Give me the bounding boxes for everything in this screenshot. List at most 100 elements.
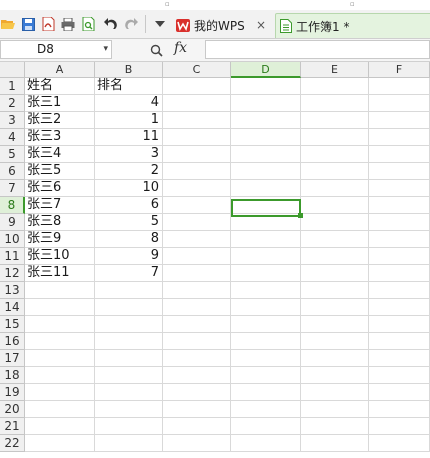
cell-c19[interactable] bbox=[163, 384, 231, 401]
row-header-11[interactable]: 11 bbox=[0, 248, 25, 265]
cell-e18[interactable] bbox=[301, 367, 369, 384]
cell-c3[interactable] bbox=[163, 112, 231, 129]
cell-c21[interactable] bbox=[163, 418, 231, 435]
cell-a9[interactable]: 张三8 bbox=[25, 214, 95, 231]
cell-d15[interactable] bbox=[231, 316, 301, 333]
cell-b2[interactable]: 4 bbox=[95, 95, 163, 112]
cell-a1[interactable]: 姓名 bbox=[25, 78, 95, 95]
name-box-dropdown-icon[interactable]: ▾ bbox=[103, 41, 108, 58]
cell-a8[interactable]: 张三7 bbox=[25, 197, 95, 214]
cell-f21[interactable] bbox=[369, 418, 430, 435]
cell-a7[interactable]: 张三6 bbox=[25, 180, 95, 197]
row-header-5[interactable]: 5 bbox=[0, 146, 25, 163]
print-icon[interactable] bbox=[60, 16, 76, 32]
select-all-corner[interactable] bbox=[0, 62, 25, 78]
column-header-c[interactable]: C bbox=[163, 62, 231, 78]
cell-b8[interactable]: 6 bbox=[95, 197, 163, 214]
cell-d21[interactable] bbox=[231, 418, 301, 435]
cell-c1[interactable] bbox=[163, 78, 231, 95]
cell-e12[interactable] bbox=[301, 265, 369, 282]
cell-d10[interactable] bbox=[231, 231, 301, 248]
cell-e14[interactable] bbox=[301, 299, 369, 316]
cell-c18[interactable] bbox=[163, 367, 231, 384]
cell-f19[interactable] bbox=[369, 384, 430, 401]
cell-d14[interactable] bbox=[231, 299, 301, 316]
cell-e8[interactable] bbox=[301, 197, 369, 214]
cell-a3[interactable]: 张三2 bbox=[25, 112, 95, 129]
cell-b12[interactable]: 7 bbox=[95, 265, 163, 282]
cell-b10[interactable]: 8 bbox=[95, 231, 163, 248]
column-header-d[interactable]: D bbox=[231, 62, 301, 78]
cell-c2[interactable] bbox=[163, 95, 231, 112]
cell-e21[interactable] bbox=[301, 418, 369, 435]
cell-e17[interactable] bbox=[301, 350, 369, 367]
row-header-16[interactable]: 16 bbox=[0, 333, 25, 350]
cell-b18[interactable] bbox=[95, 367, 163, 384]
cell-a17[interactable] bbox=[25, 350, 95, 367]
cell-f16[interactable] bbox=[369, 333, 430, 350]
cell-e9[interactable] bbox=[301, 214, 369, 231]
cell-f6[interactable] bbox=[369, 163, 430, 180]
cell-f17[interactable] bbox=[369, 350, 430, 367]
cell-d18[interactable] bbox=[231, 367, 301, 384]
cell-c7[interactable] bbox=[163, 180, 231, 197]
cell-c20[interactable] bbox=[163, 401, 231, 418]
cell-f22[interactable] bbox=[369, 435, 430, 452]
cell-b19[interactable] bbox=[95, 384, 163, 401]
cell-a21[interactable] bbox=[25, 418, 95, 435]
open-folder-icon[interactable] bbox=[0, 16, 16, 32]
cell-e11[interactable] bbox=[301, 248, 369, 265]
cell-a20[interactable] bbox=[25, 401, 95, 418]
redo-icon[interactable] bbox=[123, 16, 139, 32]
cell-b9[interactable]: 5 bbox=[95, 214, 163, 231]
row-header-17[interactable]: 17 bbox=[0, 350, 25, 367]
cell-e5[interactable] bbox=[301, 146, 369, 163]
cell-e19[interactable] bbox=[301, 384, 369, 401]
cell-f1[interactable] bbox=[369, 78, 430, 95]
cell-d13[interactable] bbox=[231, 282, 301, 299]
cell-a15[interactable] bbox=[25, 316, 95, 333]
cell-c15[interactable] bbox=[163, 316, 231, 333]
row-header-19[interactable]: 19 bbox=[0, 384, 25, 401]
cell-f9[interactable] bbox=[369, 214, 430, 231]
row-header-6[interactable]: 6 bbox=[0, 163, 25, 180]
cell-b13[interactable] bbox=[95, 282, 163, 299]
row-header-15[interactable]: 15 bbox=[0, 316, 25, 333]
cell-f4[interactable] bbox=[369, 129, 430, 146]
cell-e4[interactable] bbox=[301, 129, 369, 146]
row-header-14[interactable]: 14 bbox=[0, 299, 25, 316]
cell-a12[interactable]: 张三11 bbox=[25, 265, 95, 282]
cell-d4[interactable] bbox=[231, 129, 301, 146]
cell-c10[interactable] bbox=[163, 231, 231, 248]
cell-d7[interactable] bbox=[231, 180, 301, 197]
cell-b14[interactable] bbox=[95, 299, 163, 316]
cell-c11[interactable] bbox=[163, 248, 231, 265]
cell-f8[interactable] bbox=[369, 197, 430, 214]
cell-f20[interactable] bbox=[369, 401, 430, 418]
row-header-4[interactable]: 4 bbox=[0, 129, 25, 146]
cell-c5[interactable] bbox=[163, 146, 231, 163]
cell-b11[interactable]: 9 bbox=[95, 248, 163, 265]
cell-a11[interactable]: 张三10 bbox=[25, 248, 95, 265]
active-cell-d8[interactable] bbox=[231, 199, 301, 217]
cell-e1[interactable] bbox=[301, 78, 369, 95]
cell-f5[interactable] bbox=[369, 146, 430, 163]
cell-c17[interactable] bbox=[163, 350, 231, 367]
row-header-20[interactable]: 20 bbox=[0, 401, 25, 418]
row-header-18[interactable]: 18 bbox=[0, 367, 25, 384]
cell-e13[interactable] bbox=[301, 282, 369, 299]
cell-f18[interactable] bbox=[369, 367, 430, 384]
cell-e2[interactable] bbox=[301, 95, 369, 112]
cell-e16[interactable] bbox=[301, 333, 369, 350]
cell-b3[interactable]: 1 bbox=[95, 112, 163, 129]
cell-c13[interactable] bbox=[163, 282, 231, 299]
column-header-b[interactable]: B bbox=[95, 62, 163, 78]
cell-b16[interactable] bbox=[95, 333, 163, 350]
cell-f10[interactable] bbox=[369, 231, 430, 248]
cell-f11[interactable] bbox=[369, 248, 430, 265]
tab-my-wps[interactable]: 我的WPS × bbox=[172, 13, 274, 38]
cell-d20[interactable] bbox=[231, 401, 301, 418]
export-pdf-icon[interactable] bbox=[40, 16, 56, 32]
cell-b6[interactable]: 2 bbox=[95, 163, 163, 180]
name-box[interactable]: D8 ▾ bbox=[0, 40, 112, 59]
